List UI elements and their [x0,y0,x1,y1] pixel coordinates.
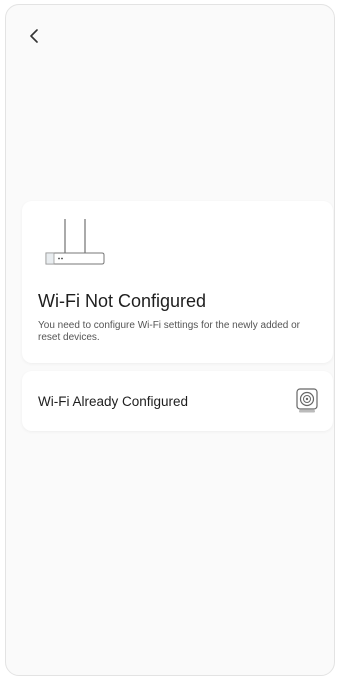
chevron-left-icon [30,29,38,43]
back-button[interactable] [24,25,46,47]
wifi-not-configured-title: Wi-Fi Not Configured [38,291,207,311]
router-icon [45,219,105,265]
wifi-not-configured-option[interactable]: Wi-Fi Not Configured You need to configu… [22,201,333,363]
wifi-already-configured-label: Wi-Fi Already Configured [38,393,189,409]
app-screen: Wi-Fi Not Configured You need to configu… [5,4,335,676]
wifi-not-configured-description: You need to configure Wi-Fi settings for… [38,320,301,343]
wifi-already-configured-option[interactable]: Wi-Fi Already Configured [22,371,333,431]
camera-device-icon [296,388,318,413]
